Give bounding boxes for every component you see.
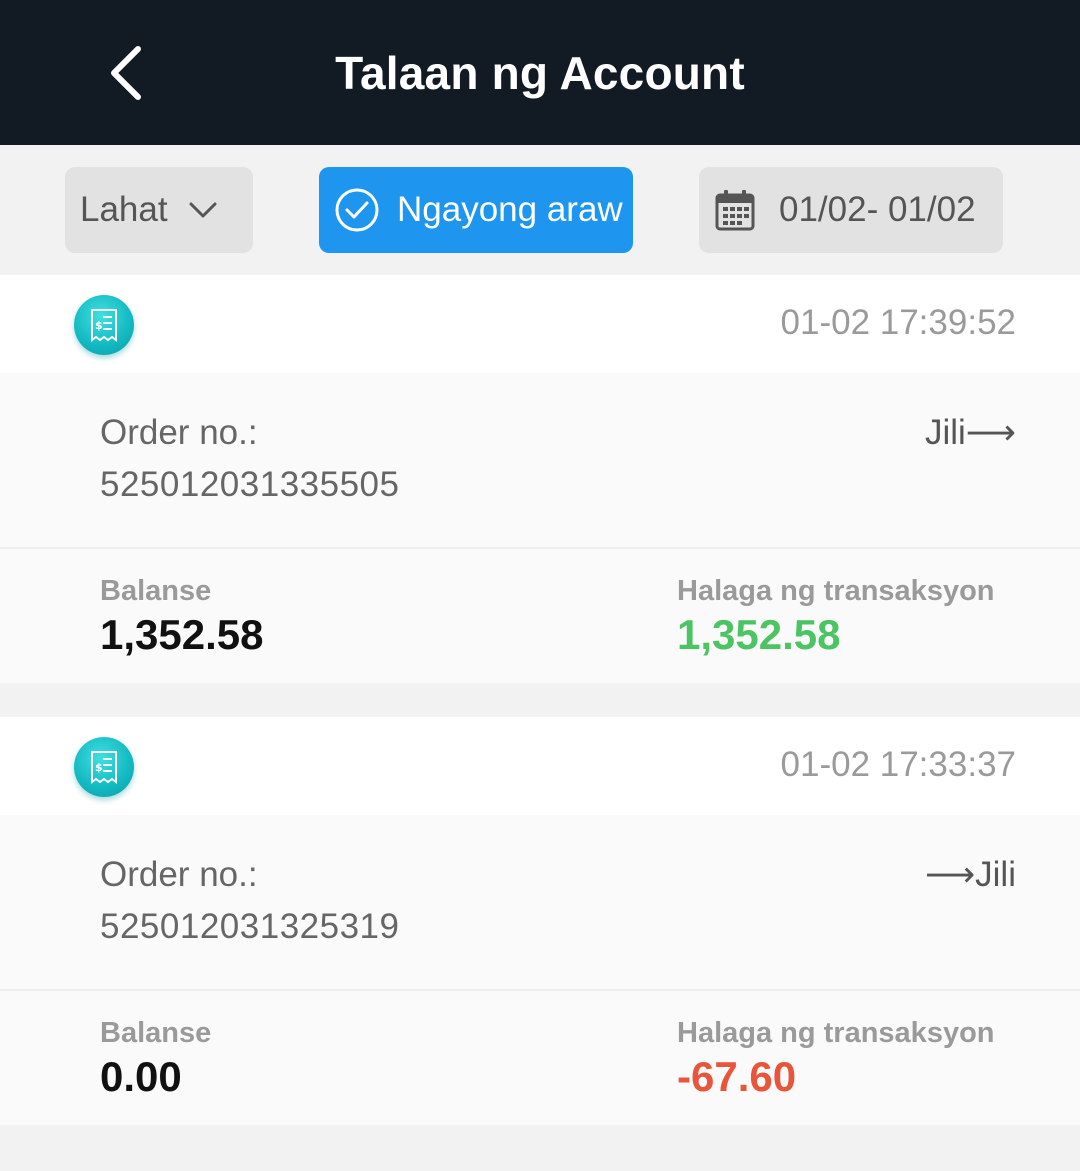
record-timestamp: 01-02 17:33:37 [780, 745, 1016, 784]
transaction-record[interactable]: $ 01-02 17:33:37 Order no.: 525012031325… [0, 717, 1080, 1125]
filter-bar: Lahat Ngayong araw 01/02- 01/02 [0, 145, 1080, 275]
transfer-direction: ⟶Jili [924, 855, 1016, 894]
balance-label: Balanse [100, 575, 212, 607]
date-range-picker[interactable]: 01/02- 01/02 [699, 167, 1003, 253]
amount-label: Halaga ng transaksyon [677, 1017, 995, 1049]
record-body: Order no.: 525012031325319 ⟶Jili [0, 815, 1080, 991]
date-range-label: 01/02- 01/02 [779, 190, 976, 229]
order-number: 525012031325319 [100, 907, 400, 946]
today-filter-label: Ngayong araw [397, 190, 623, 229]
balance-value: 1,352.58 [100, 611, 264, 658]
page-title: Talaan ng Account [335, 46, 745, 99]
amount-label: Halaga ng transaksyon [677, 575, 995, 607]
check-circle-icon [334, 187, 380, 233]
balance-value: 0.00 [100, 1053, 182, 1100]
type-filter-dropdown[interactable]: Lahat [65, 167, 253, 253]
svg-text:$: $ [95, 319, 103, 332]
record-timestamp: 01-02 17:39:52 [780, 303, 1016, 342]
app-header: Talaan ng Account [0, 0, 1080, 145]
order-label: Order no.: [100, 413, 258, 452]
record-body: Order no.: 525012031335505 Jili⟶ [0, 373, 1080, 549]
svg-text:$: $ [95, 761, 103, 774]
order-label: Order no.: [100, 855, 258, 894]
calendar-icon [715, 189, 755, 231]
amount-value: 1,352.58 [677, 611, 841, 658]
transaction-record[interactable]: $ 01-02 17:39:52 Order no.: 525012031335… [0, 275, 1080, 683]
balance-label: Balanse [100, 1017, 212, 1049]
chevron-down-icon [188, 200, 218, 220]
order-number: 525012031335505 [100, 465, 400, 504]
amount-value: -67.60 [677, 1053, 797, 1100]
record-footer: Balanse 1,352.58 Halaga ng transaksyon 1… [0, 549, 1080, 683]
transfer-direction: Jili⟶ [924, 413, 1016, 452]
receipt-icon: $ [74, 295, 134, 355]
record-header: $ 01-02 17:33:37 [0, 717, 1080, 815]
record-header: $ 01-02 17:39:52 [0, 275, 1080, 373]
receipt-icon: $ [74, 737, 134, 797]
today-filter-button[interactable]: Ngayong araw [319, 167, 633, 253]
type-filter-label: Lahat [80, 190, 168, 229]
record-footer: Balanse 0.00 Halaga ng transaksyon -67.6… [0, 991, 1080, 1125]
